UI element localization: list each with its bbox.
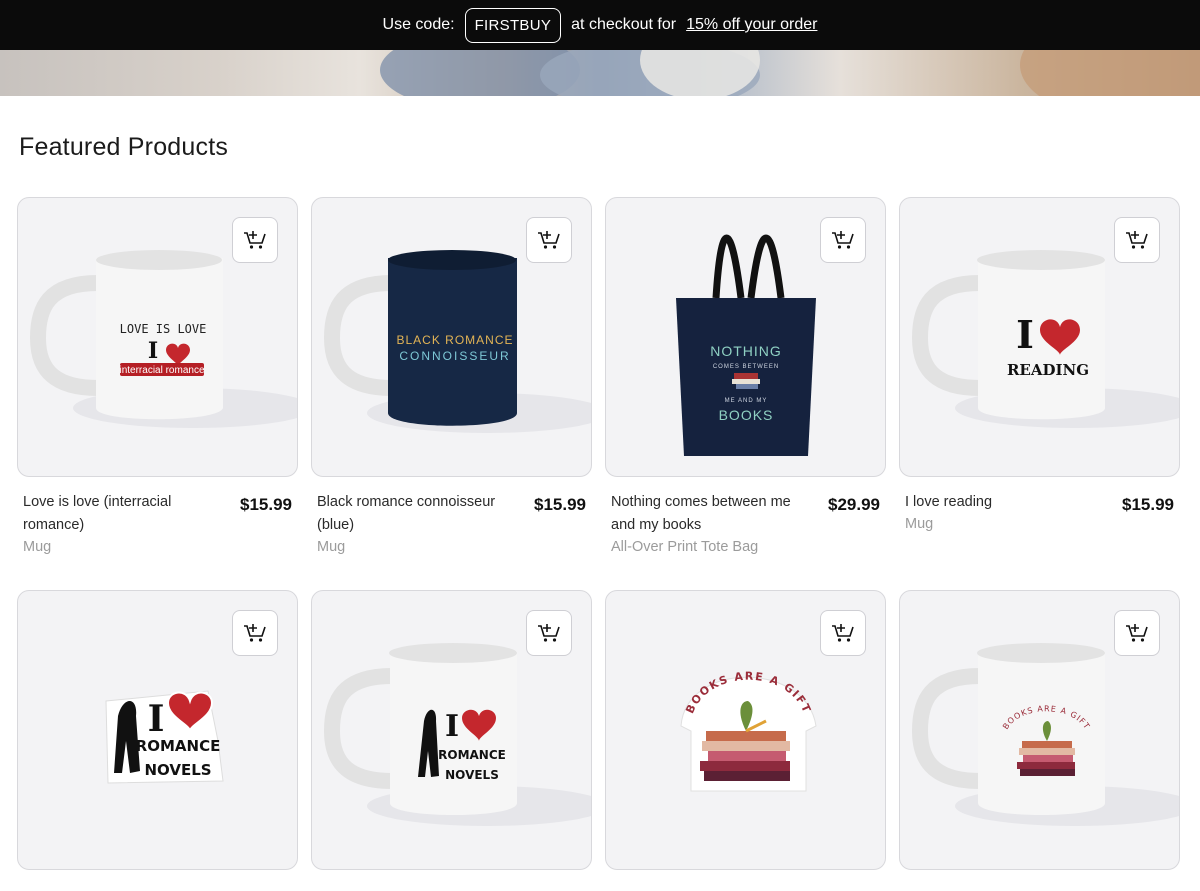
mug-banner-text: interracial romance <box>119 365 204 376</box>
sticker-text-line3: NOVELS <box>144 761 211 779</box>
product-card[interactable]: I ROMANCE NOVELS <box>17 590 298 870</box>
product-price: $15.99 <box>1122 495 1174 514</box>
add-to-cart-button[interactable] <box>1114 610 1160 656</box>
mug-text-line1: LOVE IS LOVE <box>120 322 207 336</box>
add-to-cart-button[interactable] <box>526 217 572 263</box>
product-card[interactable]: I ROMANCE NOVELS <box>311 590 592 870</box>
mug-text-line1: BLACK ROMANCE <box>396 333 513 347</box>
product-card[interactable]: BOOKS ARE A GIFT <box>899 590 1180 870</box>
promo-prefix: Use code: <box>382 16 455 33</box>
add-to-cart-button[interactable] <box>820 610 866 656</box>
product-image[interactable]: I READING <box>899 197 1180 477</box>
product-name[interactable]: I love reading <box>905 491 1100 514</box>
product-name[interactable]: Nothing comes between me and my books <box>611 491 806 537</box>
tote-text-line3: ME AND MY <box>725 398 768 404</box>
mug-text-line2: READING <box>1007 361 1089 379</box>
product-card[interactable]: LOVE IS LOVE I interracial romance Love … <box>17 197 298 555</box>
promo-middle-text: at checkout for <box>571 16 677 33</box>
section-title: Featured Products <box>19 133 229 161</box>
product-type: Mug <box>23 539 52 555</box>
product-image[interactable]: BOOKS ARE A GIFT <box>899 590 1180 870</box>
add-to-cart-icon <box>1126 231 1148 249</box>
add-to-cart-icon <box>538 231 560 249</box>
tote-text-line1: NOTHING <box>710 343 782 359</box>
add-to-cart-icon <box>244 624 266 642</box>
product-image[interactable]: LOVE IS LOVE I interracial romance <box>17 197 298 477</box>
sticker-text-line2: ROMANCE <box>136 737 221 755</box>
promo-banner: Use code: FIRSTBUY at checkout for 15% o… <box>0 0 1200 50</box>
product-name[interactable]: Black romance connoisseur (blue) <box>317 491 512 537</box>
add-to-cart-icon <box>1126 624 1148 642</box>
mug-text-line1: I <box>445 709 459 744</box>
add-to-cart-button[interactable] <box>820 217 866 263</box>
mug-text-line1: I <box>1016 312 1034 357</box>
product-image[interactable]: I ROMANCE NOVELS <box>311 590 592 870</box>
add-to-cart-button[interactable] <box>232 217 278 263</box>
add-to-cart-button[interactable] <box>1114 217 1160 263</box>
mug-text-line2: I <box>148 338 158 364</box>
add-to-cart-icon <box>244 231 266 249</box>
mug-text-line2: ROMANCE <box>438 748 506 762</box>
product-type: All-Over Print Tote Bag <box>611 539 759 555</box>
mug-text-line2: CONNOISSEUR <box>399 349 510 363</box>
product-name[interactable]: Love is love (interracial romance) <box>23 491 218 537</box>
product-card[interactable]: I READING I love reading $15.99 Mug <box>899 197 1180 532</box>
product-image[interactable]: I ROMANCE NOVELS <box>17 590 298 870</box>
product-card[interactable]: BLACK ROMANCE CONNOISSEUR Black romance … <box>311 197 592 555</box>
product-type: Mug <box>317 539 346 555</box>
tote-text-line2: COMES BETWEEN <box>713 364 779 370</box>
promo-code-badge[interactable]: FIRSTBUY <box>464 7 562 43</box>
hero-image <box>0 50 1200 96</box>
add-to-cart-icon <box>538 624 560 642</box>
add-to-cart-button[interactable] <box>232 610 278 656</box>
product-price: $29.99 <box>828 495 880 514</box>
add-to-cart-icon <box>832 624 854 642</box>
mug-text-line3: NOVELS <box>445 768 499 782</box>
product-card[interactable]: BOOKS ARE A GIFT <box>605 590 886 870</box>
product-price: $15.99 <box>534 495 586 514</box>
add-to-cart-icon <box>832 231 854 249</box>
product-type: Mug <box>905 516 934 532</box>
add-to-cart-button[interactable] <box>526 610 572 656</box>
product-image[interactable]: BOOKS ARE A GIFT <box>605 590 886 870</box>
product-image[interactable]: NOTHING COMES BETWEEN ME AND MY BOOKS <box>605 197 886 477</box>
product-image[interactable]: BLACK ROMANCE CONNOISSEUR <box>311 197 592 477</box>
product-price: $15.99 <box>240 495 292 514</box>
promo-offer-link[interactable]: 15% off your order <box>686 16 817 34</box>
sticker-text-line1: I <box>148 698 165 740</box>
product-card[interactable]: NOTHING COMES BETWEEN ME AND MY BOOKS No… <box>605 197 886 555</box>
tote-text-line4: BOOKS <box>719 407 774 423</box>
